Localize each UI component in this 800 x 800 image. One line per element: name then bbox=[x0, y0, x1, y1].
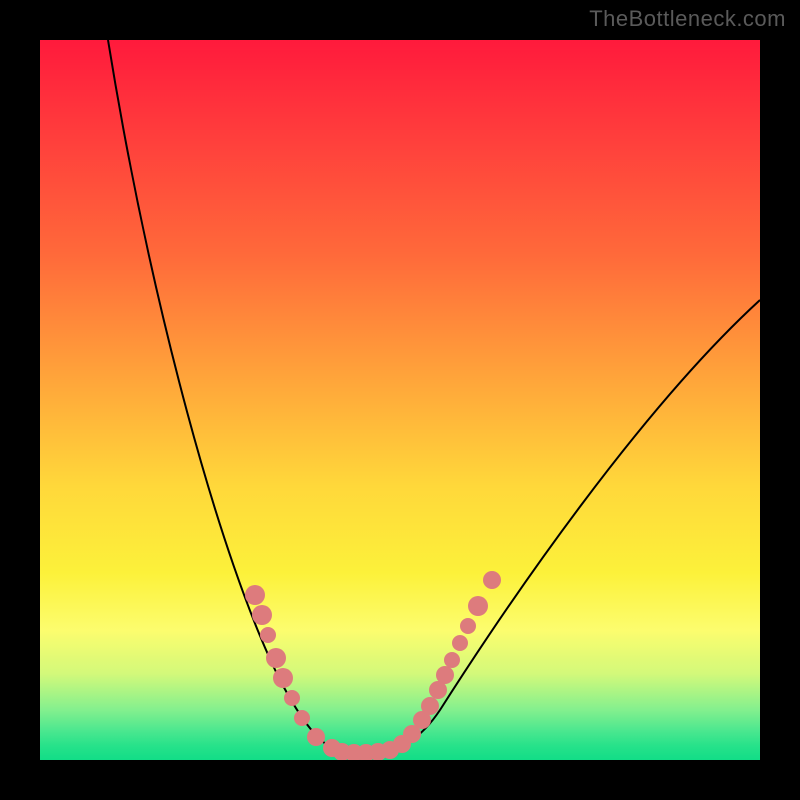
chart-frame: TheBottleneck.com bbox=[0, 0, 800, 800]
data-marker bbox=[483, 571, 501, 589]
data-marker bbox=[436, 666, 454, 684]
data-marker bbox=[460, 618, 476, 634]
data-marker bbox=[421, 697, 439, 715]
data-marker bbox=[252, 605, 272, 625]
data-marker bbox=[468, 596, 488, 616]
curve-layer bbox=[40, 40, 760, 760]
data-marker bbox=[266, 648, 286, 668]
data-marker bbox=[273, 668, 293, 688]
data-marker bbox=[245, 585, 265, 605]
data-marker bbox=[307, 728, 325, 746]
data-marker bbox=[284, 690, 300, 706]
data-marker bbox=[444, 652, 460, 668]
watermark-text: TheBottleneck.com bbox=[589, 6, 786, 32]
plot-area bbox=[40, 40, 760, 760]
data-marker bbox=[294, 710, 310, 726]
curve-left-branch bbox=[108, 40, 376, 752]
data-marker bbox=[452, 635, 468, 651]
data-marker bbox=[260, 627, 276, 643]
marker-group bbox=[245, 571, 501, 760]
